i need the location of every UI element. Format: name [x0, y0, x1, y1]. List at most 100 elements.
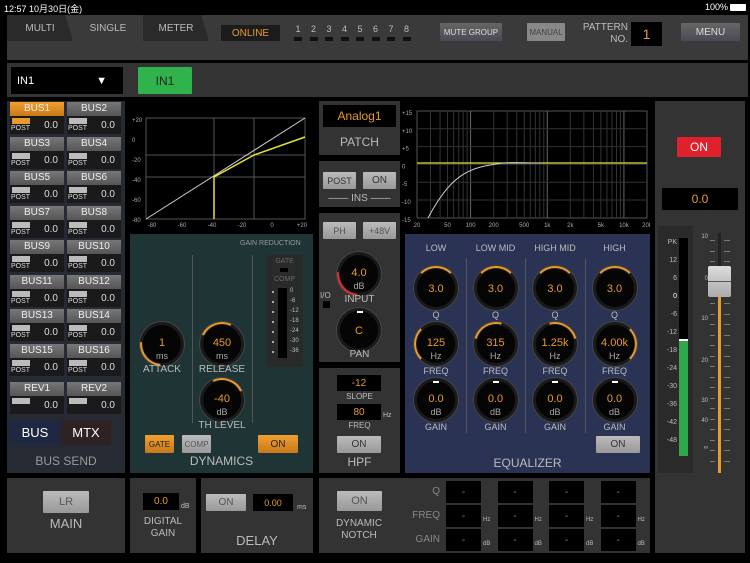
eq-low-mid-q-knob[interactable]: 3.0 — [473, 266, 518, 310]
tab-mtx[interactable]: MTX — [61, 420, 111, 445]
eq-low-freq-knob[interactable]: 125 Hz — [414, 322, 458, 366]
bus-send-level-row[interactable]: POST 0.0 — [67, 288, 121, 307]
eq-high-mid-q-knob[interactable]: 3.0 — [533, 266, 577, 310]
bus15-button[interactable]: BUS15 — [10, 343, 64, 358]
send-level-slider[interactable] — [69, 152, 87, 159]
pre-post-label[interactable]: POST — [68, 298, 87, 305]
channel-select[interactable]: IN1 ▼ — [11, 67, 123, 94]
fader-handle[interactable] — [708, 266, 731, 297]
threshold-knob[interactable]: -40 dB — [193, 371, 251, 429]
send-level-slider[interactable] — [12, 118, 30, 124]
eq-low-mid-freq-knob[interactable]: 315 Hz — [465, 313, 526, 375]
bus5-button[interactable]: BUS5 — [10, 171, 64, 185]
input-gain-knob[interactable]: 4.0 dB — [328, 243, 390, 305]
bus3-button[interactable]: BUS3 — [10, 136, 64, 151]
digital-gain-value[interactable]: 0.0 — [143, 493, 179, 510]
notch-3-freq-value[interactable]: - — [549, 505, 584, 527]
notch-3-q-value[interactable]: - — [549, 481, 584, 503]
bus-send-level-row[interactable]: POST 0.0 — [10, 357, 64, 376]
manual-button[interactable]: MANUAL — [527, 23, 565, 41]
pre-post-label[interactable]: POST — [11, 332, 30, 339]
pre-post-label[interactable]: POST — [68, 125, 87, 132]
send-level-slider[interactable] — [69, 290, 87, 297]
pre-post-label[interactable]: POST — [68, 367, 87, 374]
eq-low-mid-gain-knob[interactable]: 0.0 dB — [473, 378, 518, 422]
notch-2-q-value[interactable]: - — [497, 481, 533, 503]
bus-send-level-row[interactable]: POST 0.0 — [10, 254, 64, 272]
eq-high-gain-knob[interactable]: 0.0 dB — [592, 378, 637, 422]
pattern-number[interactable]: 1 — [631, 22, 662, 46]
notch-2-freq-value[interactable]: - — [497, 505, 533, 527]
notch-1-freq-value[interactable]: - — [446, 505, 481, 527]
notch-1-gain-value[interactable]: - — [446, 529, 481, 551]
eq-high-mid-freq-knob[interactable]: 1.25k Hz — [524, 313, 586, 375]
bus-send-level-row[interactable]: POST 0.0 — [10, 116, 64, 134]
bus7-button[interactable]: BUS7 — [10, 205, 64, 220]
bus-send-level-row[interactable]: POST 0.0 — [67, 323, 121, 341]
send-level-slider[interactable] — [12, 221, 30, 228]
pre-post-label[interactable]: POST — [11, 298, 30, 305]
mute-group-button[interactable]: MUTE GROUP — [440, 23, 502, 41]
pre-post-label[interactable]: POST — [11, 367, 30, 374]
send-level-slider[interactable] — [69, 187, 87, 193]
eq-low-q-knob[interactable]: 3.0 — [414, 266, 458, 310]
pre-post-label[interactable]: POST — [68, 332, 87, 339]
send-level-slider[interactable] — [69, 221, 87, 228]
notch-3-gain-value[interactable]: - — [549, 529, 584, 551]
send-level-slider[interactable] — [69, 398, 87, 404]
bus-send-level-row[interactable]: 0.0 — [67, 396, 121, 414]
bus-send-level-row[interactable]: POST 0.0 — [67, 219, 121, 238]
rev1-button[interactable]: REV1 — [10, 382, 64, 396]
pre-post-label[interactable]: POST — [11, 160, 30, 167]
main-lr-button[interactable]: LR — [43, 491, 89, 513]
attack-knob[interactable]: 1 ms — [131, 313, 193, 375]
eq-high-freq-knob[interactable]: 4.00k Hz — [592, 322, 637, 366]
pre-post-label[interactable]: POST — [11, 194, 30, 201]
rev2-button[interactable]: REV2 — [67, 382, 121, 396]
send-level-slider[interactable] — [69, 325, 87, 331]
ins-post-button[interactable]: POST — [323, 172, 356, 189]
pan-knob[interactable]: C — [337, 308, 381, 352]
tab-multi[interactable]: MULTI — [7, 15, 73, 41]
delay-value[interactable]: 0.00 — [253, 494, 293, 511]
send-level-slider[interactable] — [69, 359, 87, 366]
phantom-power-button[interactable]: +48V — [363, 222, 396, 239]
bus9-button[interactable]: BUS9 — [10, 240, 64, 254]
bus-send-level-row[interactable]: POST 0.0 — [10, 323, 64, 341]
pre-post-label[interactable]: POST — [68, 194, 87, 201]
eq-high-q-knob[interactable]: 3.0 — [592, 266, 637, 310]
hpf-freq-value[interactable]: 80 — [337, 404, 381, 420]
bus14-button[interactable]: BUS14 — [67, 309, 121, 323]
pre-post-label[interactable]: POST — [11, 229, 30, 236]
bus10-button[interactable]: BUS10 — [67, 240, 121, 254]
notch-4-gain-value[interactable]: - — [600, 529, 636, 551]
bus13-button[interactable]: BUS13 — [10, 309, 64, 323]
pre-post-label[interactable]: POST — [68, 263, 87, 270]
eq-high-mid-gain-knob[interactable]: 0.0 dB — [533, 378, 577, 422]
phase-button[interactable]: PH — [323, 222, 356, 239]
notch-4-q-value[interactable]: - — [600, 481, 636, 503]
bus-send-level-row[interactable]: POST 0.0 — [67, 116, 121, 134]
bus-send-level-row[interactable]: POST 0.0 — [67, 254, 121, 272]
bus2-button[interactable]: BUS2 — [67, 102, 121, 116]
send-level-slider[interactable] — [12, 187, 30, 193]
dynamic-notch-on-button[interactable]: ON — [337, 491, 382, 511]
hpf-slope-value[interactable]: -12 — [337, 375, 381, 391]
send-level-slider[interactable] — [69, 118, 87, 124]
bus-send-level-row[interactable]: POST 0.0 — [67, 150, 121, 169]
tab-meter[interactable]: METER — [143, 15, 209, 41]
send-level-slider[interactable] — [12, 256, 30, 262]
hpf-on-button[interactable]: ON — [337, 436, 381, 453]
pre-post-label[interactable]: POST — [68, 160, 87, 167]
tab-single[interactable]: SINGLE — [73, 15, 143, 41]
send-level-slider[interactable] — [12, 325, 30, 331]
notch-4-freq-value[interactable]: - — [600, 505, 636, 527]
pre-post-label[interactable]: POST — [11, 263, 30, 270]
eq-low-gain-knob[interactable]: 0.0 dB — [414, 378, 458, 422]
bus16-button[interactable]: BUS16 — [67, 343, 121, 358]
pre-post-label[interactable]: POST — [11, 125, 30, 132]
bus-send-level-row[interactable]: 0.0 — [10, 396, 64, 414]
bus1-button[interactable]: BUS1 — [10, 102, 64, 116]
send-level-slider[interactable] — [69, 256, 87, 262]
send-level-slider[interactable] — [12, 152, 30, 159]
